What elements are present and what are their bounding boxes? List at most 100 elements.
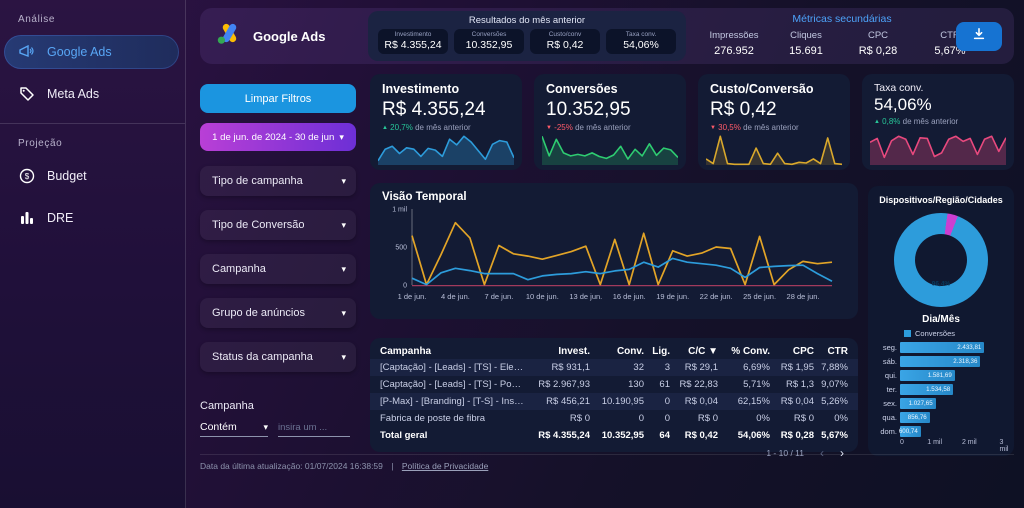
bar-x-tick: 2 mil [962, 439, 977, 446]
sidebar-item-dre[interactable]: DRE [4, 201, 179, 235]
table-cell: R$ 0 [530, 413, 590, 424]
bar-value-label: 1.027,65 [909, 400, 936, 407]
svg-text:28 de jun.: 28 de jun. [787, 292, 820, 301]
sidebar-item-google-ads[interactable]: Google Ads [4, 35, 179, 69]
table-cell: 0 [644, 413, 670, 424]
svg-text:25 de jun.: 25 de jun. [743, 292, 776, 301]
bar-value-label: 600,74 [899, 428, 921, 435]
clear-filters-button[interactable]: Limpar Filtros [200, 84, 356, 113]
table-total-cell: 10.352,95 [590, 430, 644, 441]
filter-dropdown[interactable]: Tipo de Conversão▾ [200, 210, 356, 240]
table-total-cell: 54,06% [718, 430, 770, 441]
table-cell: 5,26% [814, 396, 848, 407]
table-cell: 130 [590, 379, 644, 390]
table-header-conv[interactable]: Conv. [590, 346, 644, 357]
result-metric-value: 54,06% [606, 39, 676, 51]
donut-chart-title: Dispositivos/Região/Cidades [868, 195, 1014, 205]
chevron-down-icon: ▾ [263, 422, 268, 433]
svg-text:1 de jun.: 1 de jun. [398, 292, 427, 301]
table-header-conv[interactable]: % Conv. [718, 346, 770, 357]
bar[interactable]: 1.534,58 [900, 384, 953, 395]
download-button[interactable] [956, 22, 1002, 51]
bar[interactable]: 1.581,69 [900, 370, 955, 381]
search-operator-select[interactable]: Contém ▾ [200, 421, 268, 437]
day-of-week-bar-chart[interactable]: seg.2.433,81sáb.2.318,36qui.1.581,69ter.… [874, 341, 1004, 437]
table-header-cpc[interactable]: CPC [770, 346, 814, 357]
chevron-down-icon: ▾ [341, 308, 346, 319]
table-cell: R$ 0,04 [770, 396, 814, 407]
date-range-label: 1 de jun. de 2024 - 30 de jun [212, 132, 334, 143]
kpi-card: Conversões10.352,95▼ -25% de mês anterio… [534, 74, 686, 170]
table-header-ctr[interactable]: CTR [814, 346, 848, 357]
date-range-picker[interactable]: 1 de jun. de 2024 - 30 de jun ▾ [200, 123, 356, 151]
devices-donut-chart[interactable]: 96,4% [894, 213, 988, 307]
kpi-sparkline [706, 131, 842, 167]
secondary-metric-label: Impressões [698, 30, 770, 41]
bar-value-label: 1.534,58 [926, 386, 953, 393]
table-row: [Captação] - [Leads] - [TS] - PostesR$ 2… [370, 376, 858, 393]
kpi-value: R$ 4.355,24 [382, 99, 510, 121]
donut-center-label: 96,4% [932, 281, 950, 288]
filter-dropdown-label: Status da campanha [212, 351, 313, 363]
delta-note: de mês anterior [903, 117, 959, 126]
filter-dropdown[interactable]: Status da campanha ▾ [200, 342, 356, 372]
bar-chart-legend: Conversões [904, 329, 1014, 338]
bar-category-label: qua. [874, 413, 900, 422]
sidebar-item-meta-ads[interactable]: Meta Ads [4, 77, 179, 111]
bar[interactable]: 600,74 [900, 426, 921, 437]
bar[interactable]: 2.433,81 [900, 342, 984, 353]
table-cell: R$ 0 [670, 413, 718, 424]
table-total-cell: R$ 4.355,24 [530, 430, 590, 441]
results-title: Resultados do mês anterior [368, 15, 686, 26]
result-metric-label: Custo/conv [530, 31, 600, 38]
table-cell: R$ 2.967,93 [530, 379, 590, 390]
filter-dropdown[interactable]: Tipo de campanha▾ [200, 166, 356, 196]
result-metric-value: R$ 0,42 [530, 39, 600, 51]
svg-text:13 de jun.: 13 de jun. [569, 292, 602, 301]
bar-track: 1.534,58 [900, 384, 1004, 395]
table-cell: [P-Max] - [Branding] - [T-S] - Instituci… [380, 396, 530, 407]
chevron-down-icon: ▾ [341, 352, 346, 363]
table-header-invest[interactable]: Invest. [530, 346, 590, 357]
bar-category-label: sex. [874, 399, 900, 408]
table-header-lig[interactable]: Lig. [644, 346, 670, 357]
kpi-sparkline [378, 131, 514, 167]
sidebar-item-budget[interactable]: $ Budget [4, 159, 179, 193]
bar-value-label: 2.318,36 [953, 358, 980, 365]
bar[interactable]: 856,76 [900, 412, 930, 423]
last-update-text: Data da última atualização: 01/07/2024 1… [200, 461, 383, 471]
bar-x-tick: 3 mil [1000, 439, 1009, 453]
filter-dropdowns: Tipo de campanha▾ Tipo de Conversão▾ Campa… [200, 166, 356, 386]
bar[interactable]: 1.027,65 [900, 398, 936, 409]
chevron-down-icon: ▾ [341, 264, 346, 275]
kpi-value: 10.352,95 [546, 99, 674, 121]
bar-row: qua.856,76 [874, 411, 1004, 423]
table-cell: 10.190,95 [590, 396, 644, 407]
bar-category-label: seg. [874, 343, 900, 352]
kpi-sparkline [542, 131, 678, 167]
bar-row: sáb.2.318,36 [874, 355, 1004, 367]
kpi-title: Investimento [382, 82, 510, 96]
privacy-policy-link[interactable]: Política de Privacidade [402, 461, 488, 471]
sidebar-item-label: Google Ads [47, 45, 112, 59]
table-cell: R$ 0,04 [670, 396, 718, 407]
top-header: Google Ads Resultados do mês anterior In… [200, 8, 1014, 64]
bar[interactable]: 2.318,36 [900, 356, 980, 367]
table-cell: R$ 456,21 [530, 396, 590, 407]
table-cell: [Captação] - [Leads] - [TS] - Eletroduto… [380, 362, 530, 373]
table-header-cc[interactable]: C/C ▼ [670, 346, 718, 357]
bar-track: 1.581,69 [900, 370, 1004, 381]
table-cell: 9,07% [814, 379, 848, 390]
table-cell: R$ 0 [770, 413, 814, 424]
campaign-search-filter: Campanha Contém ▾ [200, 400, 356, 437]
search-input[interactable] [278, 422, 350, 437]
filter-dropdown[interactable]: Grupo de anúncios▾ [200, 298, 356, 328]
table-header-campanha[interactable]: Campanha [380, 346, 530, 357]
sidebar-item-label: DRE [47, 211, 73, 225]
table-cell: 0% [814, 413, 848, 424]
filter-dropdown[interactable]: Campanha▾ [200, 254, 356, 284]
secondary-metric-value: 276.952 [698, 45, 770, 57]
kpi-delta: ▲ 0,8% de mês anterior [874, 117, 1002, 126]
result-metric-value: R$ 4.355,24 [378, 39, 448, 51]
bar-row: sex. 1.027,65 [874, 397, 1004, 409]
